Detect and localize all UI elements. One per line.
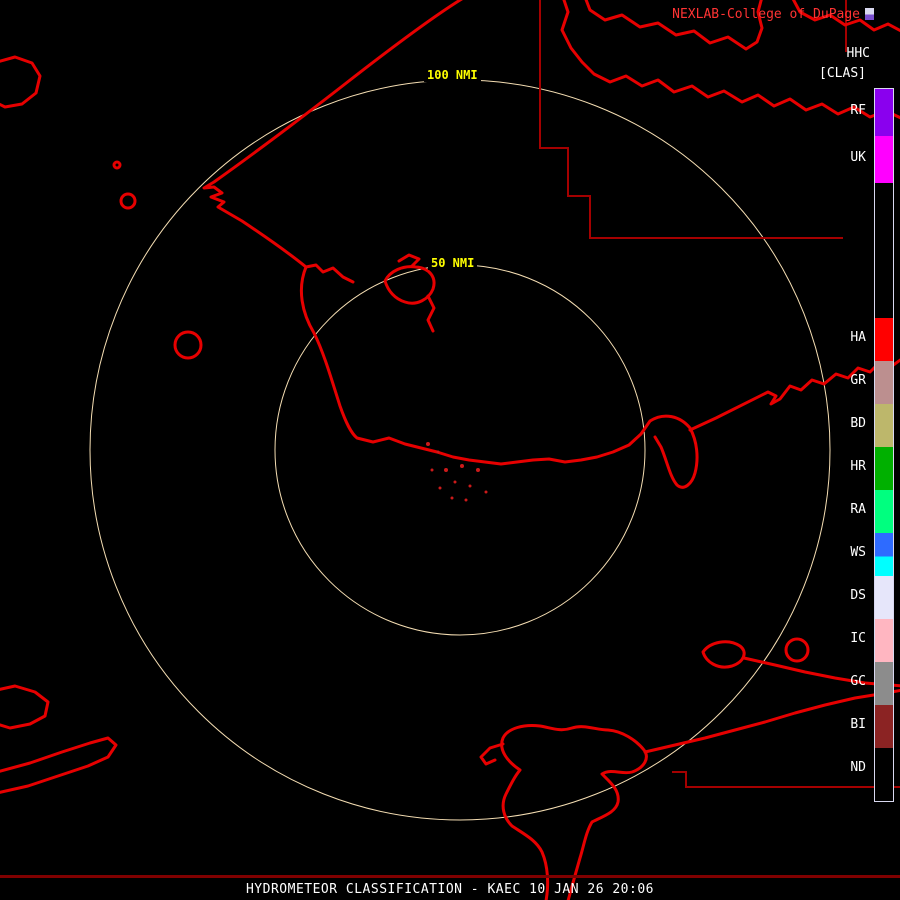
legend-label-ra: RA — [850, 502, 866, 517]
legend-label-hr: HR — [850, 459, 866, 474]
legend-seg-gr — [875, 361, 893, 404]
legend-label-ws: WS — [850, 545, 866, 560]
legend-label-ds: DS — [850, 588, 866, 603]
range-ring-100nmi — [89, 79, 831, 821]
cod-logo-icon — [865, 8, 874, 20]
legend-seg-ic — [875, 619, 893, 662]
legend-seg-gap — [875, 183, 893, 318]
legend-label-ha: HA — [850, 330, 866, 345]
legend-seg-gc — [875, 662, 893, 705]
radar-map — [0, 0, 900, 900]
legend-label-uk: UK — [850, 150, 866, 165]
range-ring-50nmi — [274, 264, 646, 636]
brand-label: NEXLAB-College of DuPage — [672, 7, 860, 22]
legend-seg-ha — [875, 318, 893, 361]
legend-label-nd: ND — [850, 760, 866, 775]
legend-seg-uk — [875, 136, 893, 183]
county-boundaries — [539, 0, 900, 788]
product-code: HHC — [846, 46, 870, 61]
ring-label-100nmi: 100 NMI — [424, 68, 481, 82]
radar-display: NEXLAB-College of DuPage HHC [CLAS] 100 … — [0, 0, 900, 900]
legend-label-ic: IC — [850, 631, 866, 646]
coastlines — [0, 0, 900, 900]
product-mode: [CLAS] — [819, 66, 866, 81]
legend-label-bi: BI — [850, 717, 866, 732]
legend-seg-bd — [875, 404, 893, 447]
legend-seg-ds — [875, 576, 893, 619]
legend-seg-nd — [875, 748, 893, 791]
range-rings — [89, 79, 831, 821]
legend-seg-rf — [875, 89, 893, 136]
legend-seg-ws — [875, 533, 893, 576]
legend-seg-bi — [875, 705, 893, 748]
footer-title: HYDROMETEOR CLASSIFICATION - KAEC 10 JAN… — [245, 882, 654, 897]
legend-seg-hr — [875, 447, 893, 490]
ring-label-50nmi: 50 NMI — [428, 256, 478, 270]
legend-label-bd: BD — [850, 416, 866, 431]
legend-label-gc: GC — [850, 674, 866, 689]
footer-rule — [0, 875, 900, 878]
legend-label-gr: GR — [850, 373, 866, 388]
brand-text: NEXLAB-College of DuPage — [672, 7, 874, 22]
legend-seg-ra — [875, 490, 893, 533]
legend-label-rf: RF — [850, 103, 866, 118]
legend-colorbar — [874, 88, 894, 802]
